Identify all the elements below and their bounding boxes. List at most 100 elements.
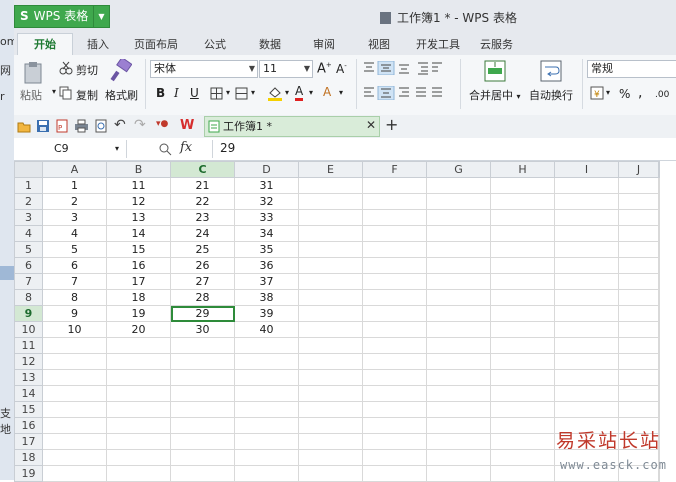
cell[interactable]: 23 <box>170 209 235 226</box>
cell[interactable] <box>234 369 299 386</box>
cell[interactable]: 30 <box>170 321 235 338</box>
cell[interactable] <box>298 385 363 402</box>
chevron-down-icon[interactable]: ▼ <box>249 61 255 77</box>
cell[interactable] <box>170 417 235 434</box>
cell[interactable] <box>106 417 171 434</box>
font-name-select[interactable]: 宋体 ▼ <box>150 60 258 78</box>
cell[interactable] <box>554 257 619 274</box>
cell[interactable] <box>42 465 107 482</box>
font-size-select[interactable]: 11 ▼ <box>259 60 313 78</box>
cell[interactable]: 36 <box>234 257 299 274</box>
cell[interactable]: 33 <box>234 209 299 226</box>
cell[interactable] <box>106 449 171 466</box>
merge-center-icon[interactable] <box>484 60 506 82</box>
cell[interactable] <box>362 401 427 418</box>
cell[interactable] <box>426 273 491 290</box>
column-header[interactable]: I <box>554 161 619 178</box>
bold-button[interactable]: B <box>156 86 165 100</box>
redo-icon[interactable]: ↷ <box>134 117 146 133</box>
cell[interactable] <box>298 273 363 290</box>
cell[interactable] <box>426 401 491 418</box>
cell[interactable]: 12 <box>106 193 171 210</box>
cell[interactable] <box>426 385 491 402</box>
row-header[interactable]: 12 <box>14 353 43 370</box>
cell[interactable] <box>490 273 555 290</box>
cell[interactable]: 28 <box>170 289 235 306</box>
cell[interactable] <box>362 257 427 274</box>
cell[interactable]: 26 <box>170 257 235 274</box>
cell[interactable] <box>426 289 491 306</box>
cell[interactable] <box>298 209 363 226</box>
cell[interactable] <box>170 385 235 402</box>
row-header[interactable]: 3 <box>14 209 43 226</box>
cell[interactable]: 31 <box>234 177 299 194</box>
cell[interactable] <box>618 321 659 338</box>
format-painter-icon[interactable] <box>110 59 132 83</box>
cell[interactable] <box>490 289 555 306</box>
cell[interactable] <box>42 385 107 402</box>
copy-button[interactable]: 复制 <box>76 87 98 103</box>
document-tab[interactable]: 工作簿1 * <box>204 116 380 137</box>
cell[interactable] <box>426 353 491 370</box>
cell[interactable] <box>42 337 107 354</box>
cell[interactable] <box>298 433 363 450</box>
tab-data[interactable]: 数据 <box>259 36 281 52</box>
cell[interactable] <box>490 209 555 226</box>
customize-toolbar-icon[interactable]: ▾● <box>156 119 168 129</box>
cell[interactable] <box>426 369 491 386</box>
cell[interactable] <box>618 193 659 210</box>
cell[interactable] <box>554 369 619 386</box>
underline-button[interactable]: U <box>190 86 199 100</box>
cell[interactable] <box>298 401 363 418</box>
cell[interactable] <box>362 241 427 258</box>
tab-developer[interactable]: 开发工具 <box>416 36 460 52</box>
cell[interactable] <box>298 465 363 482</box>
cell[interactable] <box>362 465 427 482</box>
cell[interactable] <box>362 305 427 322</box>
cell[interactable] <box>658 305 660 322</box>
cell[interactable] <box>426 225 491 242</box>
cell[interactable]: 8 <box>42 289 107 306</box>
cell[interactable] <box>490 401 555 418</box>
cell[interactable] <box>554 209 619 226</box>
row-header[interactable]: 4 <box>14 225 43 242</box>
cell[interactable] <box>618 305 659 322</box>
cell[interactable] <box>234 353 299 370</box>
cell[interactable] <box>42 449 107 466</box>
cell[interactable]: 2 <box>42 193 107 210</box>
column-header[interactable]: J <box>618 161 659 178</box>
cell[interactable]: 27 <box>170 273 235 290</box>
cell[interactable] <box>426 433 491 450</box>
cell[interactable] <box>618 177 659 194</box>
cell[interactable] <box>298 289 363 306</box>
cell[interactable] <box>618 273 659 290</box>
cell[interactable] <box>658 209 660 226</box>
merge-center-button[interactable]: 合并居中 ▾ <box>469 87 521 103</box>
cell[interactable]: 4 <box>42 225 107 242</box>
chevron-down-icon[interactable]: ▾ <box>309 88 313 97</box>
cell[interactable] <box>426 321 491 338</box>
cell[interactable] <box>106 401 171 418</box>
cell[interactable] <box>362 417 427 434</box>
cell[interactable] <box>362 209 427 226</box>
undo-icon[interactable]: ↶ <box>114 117 126 133</box>
chevron-down-icon[interactable]: ▾ <box>52 87 56 96</box>
cell[interactable] <box>426 449 491 466</box>
cell[interactable]: 7 <box>42 273 107 290</box>
name-box[interactable]: C9 ▾ <box>14 140 124 158</box>
cell[interactable] <box>554 193 619 210</box>
save-icon[interactable] <box>36 119 50 133</box>
cell[interactable] <box>426 337 491 354</box>
cell[interactable] <box>658 337 660 354</box>
cell[interactable] <box>426 465 491 482</box>
cell[interactable]: 5 <box>42 241 107 258</box>
cell[interactable] <box>426 209 491 226</box>
tab-insert[interactable]: 插入 <box>87 36 109 52</box>
zoom-search-icon[interactable] <box>158 142 172 156</box>
row-header[interactable]: 11 <box>14 337 43 354</box>
cell[interactable] <box>658 369 660 386</box>
cell[interactable] <box>426 417 491 434</box>
cell[interactable] <box>234 417 299 434</box>
cell[interactable] <box>362 385 427 402</box>
cell[interactable] <box>362 433 427 450</box>
